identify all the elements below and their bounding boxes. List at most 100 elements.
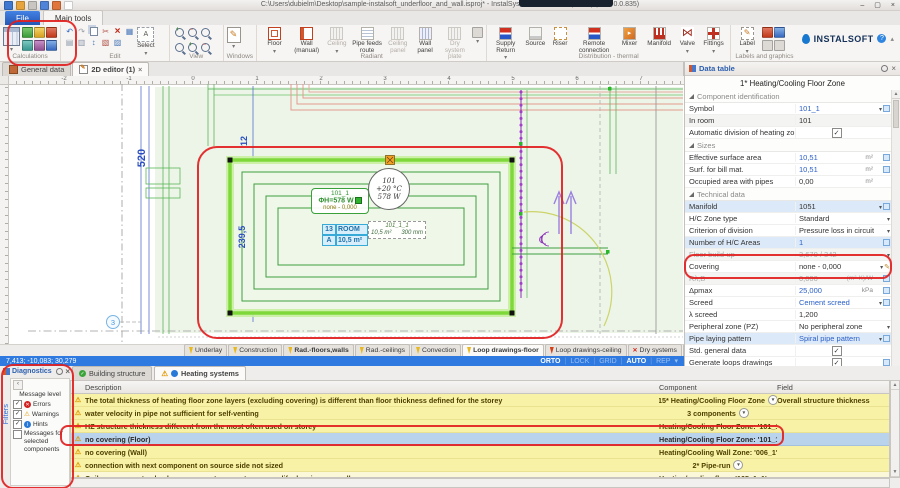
filters-vertical-label[interactable]: Filters <box>1 404 10 424</box>
link-icon[interactable] <box>883 359 890 366</box>
dropdown-icon[interactable] <box>879 334 882 343</box>
link-icon[interactable] <box>883 154 890 161</box>
pipe-feeds-route-button[interactable]: Pipe feeds route <box>351 26 383 55</box>
windows-button[interactable] <box>227 26 241 52</box>
layer-underlay[interactable]: Underlay <box>184 344 227 356</box>
close-button[interactable] <box>891 2 895 9</box>
radiant-more-button[interactable] <box>472 26 483 47</box>
loop-label[interactable]: 101_1_1 10,5 m²300 mm <box>368 221 426 239</box>
col-field[interactable]: Field <box>777 383 889 392</box>
zone-info-label[interactable]: 101_1 ΦH=578 W none - 0,000 <box>311 188 369 214</box>
tab-building-structure[interactable]: Building structure <box>72 366 152 380</box>
undo-icon[interactable] <box>64 26 75 37</box>
close-panel-icon[interactable] <box>891 64 896 73</box>
lock-toggle[interactable]: LOCK <box>570 358 589 365</box>
zoom-window-icon[interactable] <box>175 43 184 52</box>
layer-rad-ceilings[interactable]: Rad.-ceilings <box>355 344 410 356</box>
maximize-button[interactable] <box>874 1 881 9</box>
text-icon[interactable] <box>774 27 785 38</box>
dropdown-icon[interactable] <box>887 250 890 259</box>
component-dropdown-icon[interactable] <box>768 395 777 405</box>
zoom-previous-icon[interactable] <box>201 43 210 52</box>
calc-results-icon[interactable] <box>22 40 33 51</box>
ceiling-panel-button[interactable]: Ceiling panel <box>385 26 411 55</box>
orto-toggle[interactable]: ORTO <box>540 358 560 365</box>
link-icon[interactable] <box>883 335 890 342</box>
edit-pencil-icon[interactable] <box>884 262 890 271</box>
calculate-button[interactable] <box>3 26 20 55</box>
drawing-canvas[interactable]: -2 -1 0 1 2 3 4 5 6 7 <box>0 76 684 344</box>
flip-icon[interactable] <box>88 37 99 48</box>
riser-button[interactable]: Riser <box>549 26 570 49</box>
cut-icon[interactable] <box>100 26 111 37</box>
tab-general-data[interactable]: General data <box>2 62 71 76</box>
legend-icon[interactable] <box>762 27 773 38</box>
layer-rad-floors-walls[interactable]: Rad.-floors,walls <box>283 344 353 356</box>
dropdown-icon[interactable] <box>887 322 890 331</box>
remote-connection-button[interactable]: Remote connection <box>573 26 616 55</box>
filter-errors[interactable]: Errors <box>13 400 67 409</box>
dropdown-icon[interactable] <box>879 298 882 307</box>
dropdown-icon[interactable] <box>887 214 890 223</box>
message-row-selected[interactable]: no covering (Floor) Heating/Cooling Floo… <box>71 433 889 446</box>
layer-construction[interactable]: Construction <box>228 344 282 356</box>
distribute-icon[interactable] <box>76 37 87 48</box>
message-row[interactable]: The total thickness of heating floor zon… <box>71 394 889 407</box>
auto-toggle[interactable]: AUTO <box>627 358 647 365</box>
help-icon[interactable]: ? <box>877 34 886 43</box>
filter-warnings[interactable]: Warnings <box>13 410 67 419</box>
wall-panel-button[interactable]: Wall panel <box>413 26 438 55</box>
tab-main-tools[interactable]: Main tools <box>43 10 103 25</box>
calc-data-icon[interactable] <box>46 40 57 51</box>
minimize-button[interactable] <box>860 2 864 9</box>
zoom-in-icon[interactable] <box>175 28 184 37</box>
align-icon[interactable] <box>64 37 75 48</box>
link-icon[interactable] <box>883 166 890 173</box>
zoom-selection-icon[interactable] <box>188 43 197 52</box>
filter-hints[interactable]: Hints <box>13 420 67 429</box>
wall-manual-button[interactable]: Wall (manual) <box>291 26 323 55</box>
dropdown-icon[interactable] <box>879 202 882 211</box>
checkbox[interactable] <box>832 128 842 138</box>
zoom-extents-icon[interactable] <box>201 28 210 37</box>
tab-2d-editor[interactable]: 2D editor (1) <box>72 62 149 76</box>
component-dropdown-icon[interactable] <box>739 408 749 418</box>
mixer-button[interactable]: Mixer <box>617 26 641 49</box>
rep-toggle[interactable]: REP <box>656 358 670 365</box>
col-component[interactable]: Component <box>659 383 777 392</box>
collapse-ribbon-icon[interactable]: ▴ <box>890 35 894 43</box>
calc-report-icon[interactable] <box>34 40 45 51</box>
redo-icon[interactable] <box>76 26 87 37</box>
checkbox[interactable] <box>832 346 842 356</box>
calc-errors-icon[interactable] <box>46 27 57 38</box>
status-menu-icon[interactable]: ▾ <box>674 357 678 365</box>
message-row[interactable]: connection with next component on source… <box>71 459 889 472</box>
link-icon[interactable] <box>883 275 890 282</box>
col-description[interactable]: Description <box>85 383 659 392</box>
tab-file[interactable]: File <box>5 11 40 25</box>
manifold-button[interactable]: Manifold <box>644 26 675 49</box>
room-temperature-label[interactable]: 101 +20 °C 578 W <box>368 168 410 210</box>
layer-loop-drawings-ceiling[interactable]: Loop drawings-ceiling <box>545 344 627 356</box>
room-description-label[interactable]: 13ROOM A10,5 m² <box>322 224 368 246</box>
rotate-icon[interactable] <box>100 37 111 48</box>
messages-scrollbar[interactable] <box>890 380 900 478</box>
delete-icon[interactable] <box>112 26 123 37</box>
filter-selected-components[interactable]: Messages for selected components <box>13 430 67 454</box>
calc-settings-icon[interactable] <box>34 27 45 38</box>
collapse-icon[interactable] <box>13 380 23 390</box>
messages-bottom-bar[interactable] <box>70 478 890 488</box>
zoom-out-icon[interactable] <box>188 28 197 37</box>
pin-panel-icon[interactable] <box>881 65 888 72</box>
dropdown-icon[interactable] <box>880 262 883 271</box>
layer-convection[interactable]: Convection <box>411 344 461 356</box>
table-graphic-icon[interactable] <box>762 40 773 51</box>
source-button[interactable]: Source <box>523 26 547 49</box>
close-tab-icon[interactable] <box>138 65 142 74</box>
link-icon[interactable] <box>883 287 890 294</box>
link-icon[interactable] <box>883 203 890 210</box>
link-icon[interactable] <box>883 299 890 306</box>
section-technical-data[interactable]: Technical data <box>685 188 892 201</box>
dropdown-icon[interactable] <box>887 226 890 235</box>
panel-scrollbar[interactable] <box>891 90 900 366</box>
